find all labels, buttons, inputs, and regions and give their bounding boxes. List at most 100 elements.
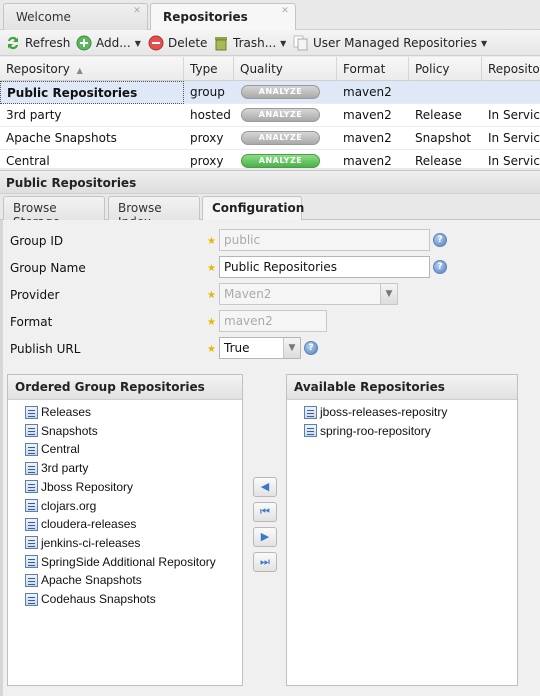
provider-select[interactable]: Maven2 ▼ [219, 283, 398, 305]
column-header-policy[interactable]: Policy [409, 57, 482, 81]
delete-icon [148, 35, 164, 51]
repository-icon [304, 405, 317, 419]
detail-panel-title: Public Repositories [0, 170, 540, 194]
column-header-status[interactable]: Repository Status [482, 57, 540, 81]
table-row[interactable]: 3rd party hosted ANALYZE maven2 Release … [0, 104, 540, 127]
move-left-button[interactable]: ◀ [253, 477, 277, 497]
cell-policy: Snapshot [415, 131, 472, 145]
column-header-quality[interactable]: Quality [234, 57, 337, 81]
column-label: Format [343, 62, 386, 76]
publish-url-value: True [224, 341, 250, 355]
list-item[interactable]: Jboss Repository [25, 478, 133, 496]
format-label: Format [10, 315, 53, 329]
close-icon[interactable]: ✕ [132, 6, 142, 16]
move-right-button[interactable]: ▶ [253, 527, 277, 547]
sort-asc-icon: ▲ [76, 66, 83, 75]
analyze-button[interactable]: ANALYZE [241, 85, 320, 99]
close-icon[interactable]: ✕ [280, 6, 290, 16]
repository-icon [25, 405, 38, 419]
repository-icon [25, 424, 38, 438]
user-managed-repositories-button[interactable]: User Managed Repositories ▼ [293, 34, 487, 52]
help-icon[interactable]: ? [304, 341, 318, 355]
list-item[interactable]: Apache Snapshots [25, 571, 142, 589]
trash-icon [215, 37, 227, 51]
column-header-format[interactable]: Format [337, 57, 409, 81]
tab-configuration[interactable]: Configuration [202, 196, 304, 222]
list-item[interactable]: Releases [25, 403, 91, 421]
tab-repositories[interactable]: Repositories ✕ [150, 3, 296, 30]
publish-url-select[interactable]: True ▼ [219, 337, 301, 359]
list-item[interactable]: Snapshots [25, 422, 98, 440]
provider-value: Maven2 [224, 287, 272, 301]
chevron-down-icon: ▼ [480, 38, 488, 48]
list-item-label: Central [41, 442, 80, 457]
list-item-label: jboss-releases-repositry [320, 405, 448, 419]
list-item-label: 3rd party [41, 461, 89, 476]
list-item[interactable]: 3rd party [25, 459, 88, 477]
column-header-repository[interactable]: Repository ▲ [0, 57, 184, 81]
documents-icon [293, 35, 308, 51]
chevron-down-icon[interactable]: ▼ [380, 284, 397, 304]
list-item[interactable]: spring-roo-repository [304, 422, 431, 440]
refresh-button[interactable]: Refresh [5, 34, 70, 52]
required-star-icon: ★ [207, 344, 216, 355]
list-item[interactable]: Central [25, 440, 80, 458]
list-item-label: clojars.org [41, 498, 97, 513]
analyze-button[interactable]: ANALYZE [241, 131, 320, 145]
list-item[interactable]: jenkins-ci-releases [25, 534, 140, 552]
configuration-form: Group ID ★ public ? Group Name ★ Public … [0, 220, 540, 696]
cell-status: In Service [488, 131, 540, 145]
repository-icon [25, 555, 38, 569]
repository-icon [25, 480, 38, 494]
column-label: Repository [6, 62, 70, 76]
group-id-label: Group ID [10, 234, 64, 248]
list-item-label: spring-roo-repository [320, 423, 431, 438]
list-item-label: SpringSide Additional Repository [41, 554, 216, 569]
table-row[interactable]: Public Repositories group ANALYZE maven2 [0, 81, 540, 104]
repository-icon [25, 499, 38, 512]
detail-tabstrip: Browse Storage Browse Index Configuratio… [0, 194, 540, 229]
chevron-down-icon[interactable]: ▼ [283, 338, 300, 358]
list-item[interactable]: Codehaus Snapshots [25, 590, 156, 608]
group-name-field[interactable]: Public Repositories [219, 256, 430, 278]
repository-icon [304, 424, 317, 438]
column-label: Quality [240, 62, 283, 76]
list-item-label: jenkins-ci-releases [41, 535, 141, 550]
list-item[interactable]: clojars.org [25, 497, 96, 515]
column-header-type[interactable]: Type [184, 57, 234, 81]
table-row[interactable]: Apache Snapshots proxy ANALYZE maven2 Sn… [0, 127, 540, 150]
help-icon[interactable]: ? [433, 260, 447, 274]
trash-button[interactable]: Trash... ▼ [213, 34, 286, 52]
analyze-button[interactable]: ANALYZE [241, 154, 320, 168]
move-all-right-button[interactable]: ⏭ [253, 552, 277, 572]
tab-browse-index[interactable]: Browse Index [108, 196, 200, 229]
list-item[interactable]: SpringSide Additional Repository [25, 553, 216, 571]
repositories-grid: Repository ▲ Type Quality Format Policy … [0, 57, 540, 168]
group-id-field[interactable]: public [219, 229, 430, 251]
tab-browse-storage[interactable]: Browse Storage [3, 196, 105, 229]
required-star-icon: ★ [207, 317, 216, 328]
required-star-icon: ★ [207, 236, 216, 247]
list-item[interactable]: cloudera-releases [25, 515, 136, 533]
tab-welcome[interactable]: Welcome ✕ [3, 3, 148, 30]
table-row[interactable]: Central proxy ANALYZE maven2 Release In … [0, 150, 540, 168]
cell-repository: 3rd party [6, 108, 62, 122]
ordered-group-repositories-panel: Ordered Group Repositories Releases Snaps… [7, 374, 243, 686]
refresh-label: Refresh [25, 36, 71, 50]
list-item[interactable]: jboss-releases-repositry [304, 403, 447, 421]
available-panel-title: Available Repositories [287, 375, 517, 400]
format-field[interactable]: maven2 [219, 310, 327, 332]
list-item-label: cloudera-releases [41, 517, 137, 532]
move-all-left-button[interactable]: ⏮ [253, 502, 277, 522]
column-label: Repository Status [488, 62, 540, 76]
cell-type: proxy [190, 131, 224, 145]
add-button[interactable]: Add... ▼ [76, 34, 141, 52]
provider-label: Provider [10, 288, 60, 302]
analyze-button[interactable]: ANALYZE [241, 108, 320, 122]
repository-icon [25, 442, 38, 456]
user-managed-label: User Managed Repositories [313, 36, 477, 50]
delete-button[interactable]: Delete [148, 34, 207, 52]
required-star-icon: ★ [207, 263, 216, 274]
help-icon[interactable]: ? [433, 233, 447, 247]
trash-label: Trash... [233, 36, 277, 50]
